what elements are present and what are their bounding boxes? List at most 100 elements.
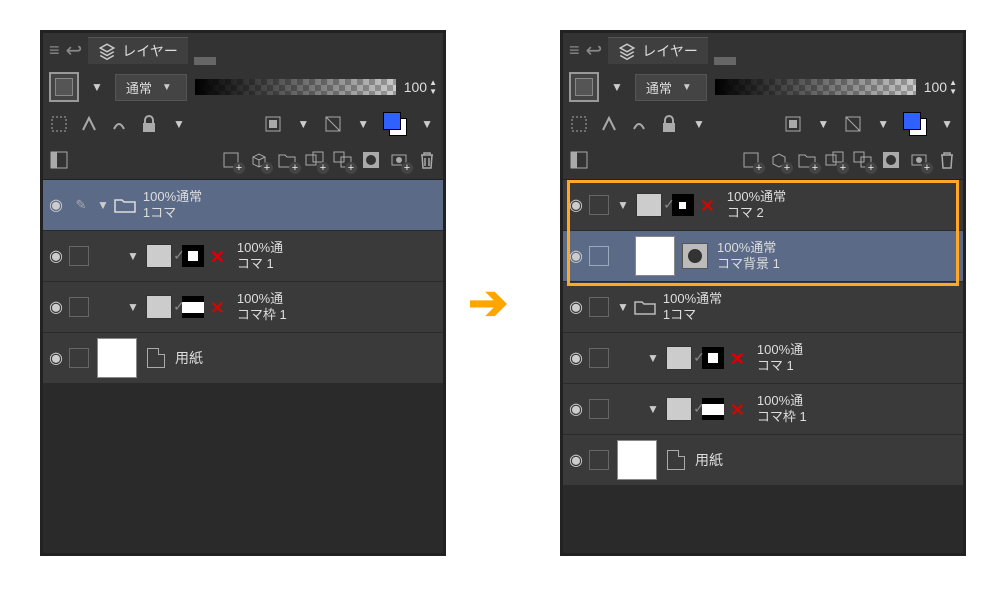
layer-tab[interactable]: レイヤー — [88, 37, 188, 64]
checkbox[interactable] — [589, 195, 609, 215]
visibility-icon[interactable]: ◉ — [563, 297, 589, 317]
blend-mode-select[interactable]: 通常 ▼ — [115, 74, 187, 101]
timeline-icon[interactable] — [714, 35, 736, 65]
layer-folder-row[interactable]: ◉ ▼ 100%通常 1コマ — [563, 282, 963, 333]
chevron-down-icon[interactable]: ▼ — [877, 117, 889, 131]
clip-mask-icon[interactable] — [49, 114, 69, 134]
visibility-icon[interactable]: ◉ — [563, 246, 589, 266]
visibility-icon[interactable]: ◉ — [563, 195, 589, 215]
visibility-icon[interactable]: ◉ — [563, 348, 589, 368]
reference-icon[interactable] — [79, 114, 99, 134]
chevron-down-icon[interactable]: ▼ — [817, 117, 829, 131]
transfer-icon[interactable] — [305, 150, 325, 170]
mask-icon[interactable] — [361, 150, 381, 170]
layer-tab[interactable]: レイヤー — [608, 37, 708, 64]
trash-icon[interactable] — [417, 150, 437, 170]
panel-toggle-icon[interactable] — [569, 150, 589, 170]
palette-color-icon[interactable] — [569, 72, 599, 102]
apply-mask-icon[interactable] — [389, 150, 409, 170]
checkbox[interactable] — [69, 246, 89, 266]
new-folder-icon[interactable] — [797, 150, 817, 170]
opacity-slider[interactable] — [715, 79, 916, 95]
draft-icon[interactable] — [109, 114, 129, 134]
color-swatch-icon[interactable] — [383, 112, 407, 136]
reference-icon[interactable] — [599, 114, 619, 134]
blend-mode-select[interactable]: 通常 ▼ — [635, 74, 707, 101]
checkbox[interactable] — [69, 348, 89, 368]
opacity-value[interactable]: 100 ▲▼ — [404, 78, 437, 96]
chevron-down-icon[interactable]: ▼ — [941, 117, 953, 131]
draft-icon[interactable] — [629, 114, 649, 134]
layer-row-paper[interactable]: ◉ 用紙 — [563, 435, 963, 486]
checkbox[interactable] — [589, 348, 609, 368]
menu-icon[interactable]: ≡ — [49, 40, 60, 61]
visibility-icon[interactable]: ◉ — [563, 450, 589, 470]
checkbox[interactable] — [589, 399, 609, 419]
chevron-down-icon[interactable]: ▼ — [127, 300, 139, 314]
layer-folder-row[interactable]: ◉ ✎ ▼ 100%通常 1コマ — [43, 180, 443, 231]
select-below-icon[interactable] — [783, 114, 803, 134]
new-3d-icon[interactable] — [769, 150, 789, 170]
blend-mode-value: 通常 — [646, 78, 672, 97]
chevron-down-icon[interactable]: ▼ — [617, 300, 629, 314]
clip-mask-icon[interactable] — [569, 114, 589, 134]
new-folder-icon[interactable] — [277, 150, 297, 170]
chevron-down-icon[interactable]: ▼ — [693, 117, 705, 131]
effect-icon[interactable] — [323, 114, 343, 134]
checkbox[interactable] — [69, 297, 89, 317]
checkbox[interactable] — [589, 297, 609, 317]
new-layer-icon[interactable] — [741, 150, 761, 170]
layer-row[interactable]: ◉ ▼ 100%通常 コマ 2 — [563, 180, 963, 231]
undo-icon[interactable]: ↩ — [66, 38, 83, 63]
layer-row-selected[interactable]: ◉ 100%通常 コマ背景 1 — [563, 231, 963, 282]
visibility-icon[interactable]: ◉ — [563, 399, 589, 419]
chevron-down-icon[interactable]: ▼ — [173, 117, 185, 131]
opacity-slider[interactable] — [195, 79, 396, 95]
panel-toggle-icon[interactable] — [49, 150, 69, 170]
chevron-down-icon[interactable]: ▼ — [647, 402, 659, 416]
checkbox[interactable] — [589, 450, 609, 470]
opacity-value[interactable]: 100 ▲▼ — [924, 78, 957, 96]
visibility-icon[interactable]: ◉ — [43, 246, 69, 266]
spinner-icon[interactable]: ▲▼ — [949, 78, 957, 96]
chevron-down-icon[interactable]: ▼ — [617, 198, 629, 212]
lock-icon[interactable] — [139, 114, 159, 134]
effect-icon[interactable] — [843, 114, 863, 134]
chevron-down-icon[interactable]: ▼ — [127, 249, 139, 263]
chevron-down-icon[interactable]: ▼ — [611, 80, 623, 94]
timeline-icon[interactable] — [194, 35, 216, 65]
chevron-down-icon[interactable]: ▼ — [421, 117, 433, 131]
palette-color-icon[interactable] — [49, 72, 79, 102]
merge-icon[interactable] — [853, 150, 873, 170]
chevron-down-icon[interactable]: ▼ — [647, 351, 659, 365]
layer-row[interactable]: ◉ ▼ 100%通 コマ枠 1 — [43, 282, 443, 333]
layer-row[interactable]: ◉ ▼ 100%通 コマ 1 — [563, 333, 963, 384]
chevron-down-icon[interactable]: ▼ — [91, 80, 103, 94]
trash-icon[interactable] — [937, 150, 957, 170]
visibility-icon[interactable]: ◉ — [43, 297, 69, 317]
checkbox[interactable] — [589, 246, 609, 266]
visibility-icon[interactable]: ◉ — [43, 348, 69, 368]
menu-icon[interactable]: ≡ — [569, 40, 580, 61]
undo-icon[interactable]: ↩ — [586, 38, 603, 63]
new-3d-icon[interactable] — [249, 150, 269, 170]
chevron-down-icon[interactable]: ▼ — [357, 117, 369, 131]
color-swatch-icon[interactable] — [903, 112, 927, 136]
apply-mask-icon[interactable] — [909, 150, 929, 170]
chevron-down-icon[interactable]: ▼ — [97, 198, 109, 212]
layer-row[interactable]: ◉ ▼ 100%通 コマ 1 — [43, 231, 443, 282]
select-below-icon[interactable] — [263, 114, 283, 134]
spinner-icon[interactable]: ▲▼ — [429, 78, 437, 96]
transfer-icon[interactable] — [825, 150, 845, 170]
new-layer-icon[interactable] — [221, 150, 241, 170]
chevron-down-icon[interactable]: ▼ — [297, 117, 309, 131]
merge-icon[interactable] — [333, 150, 353, 170]
layer-row[interactable]: ◉ ▼ 100%通 コマ枠 1 — [563, 384, 963, 435]
lock-icon[interactable] — [659, 114, 679, 134]
visibility-icon[interactable]: ◉ — [43, 195, 69, 215]
ruler-disabled-icon — [210, 298, 228, 316]
mask-thumb-icon — [672, 194, 694, 216]
layer-row-paper[interactable]: ◉ 用紙 — [43, 333, 443, 384]
mask-icon[interactable] — [881, 150, 901, 170]
edit-icon[interactable]: ✎ — [69, 197, 93, 213]
